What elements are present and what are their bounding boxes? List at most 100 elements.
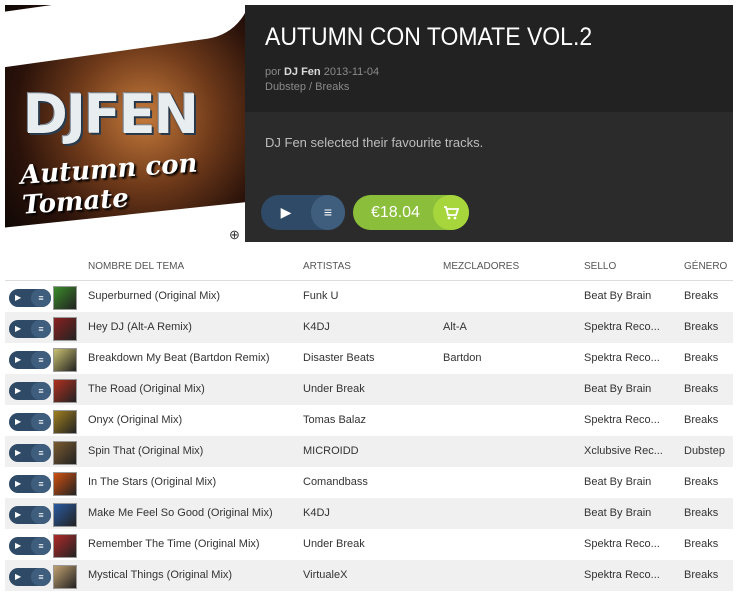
track-label[interactable]: Spektra Reco... — [584, 529, 660, 560]
row-queue-button[interactable]: ≡ — [31, 568, 51, 586]
track-remixer[interactable]: Alt-A — [443, 312, 467, 343]
track-genre[interactable]: Breaks — [684, 312, 718, 343]
track-genre[interactable]: Breaks — [684, 281, 718, 312]
row-play-button[interactable]: ▶ — [15, 568, 21, 586]
track-title[interactable]: Onyx (Original Mix) — [88, 405, 182, 436]
row-queue-button[interactable]: ≡ — [31, 413, 51, 431]
row-play-button[interactable]: ▶ — [15, 382, 21, 400]
table-row[interactable]: ▶ ≡ In The Stars (Original Mix) Comandba… — [5, 467, 733, 498]
table-row[interactable]: ▶ ≡ Hey DJ (Alt-A Remix) K4DJ Alt-A Spek… — [5, 312, 733, 343]
track-label[interactable]: Spektra Reco... — [584, 312, 660, 343]
track-title[interactable]: Mystical Things (Original Mix) — [88, 560, 232, 591]
row-play-controls: ▶ ≡ — [9, 568, 51, 586]
row-play-button[interactable]: ▶ — [15, 444, 21, 462]
table-row[interactable]: ▶ ≡ Onyx (Original Mix) Tomas Balaz Spek… — [5, 405, 733, 436]
table-row[interactable]: ▶ ≡ Spin That (Original Mix) MICROIDD Xc… — [5, 436, 733, 467]
track-genre[interactable]: Breaks — [684, 343, 718, 374]
track-genre[interactable]: Breaks — [684, 529, 718, 560]
track-artist[interactable]: VirtualeX — [303, 560, 347, 591]
track-label[interactable]: Spektra Reco... — [584, 343, 660, 374]
track-artist[interactable]: Tomas Balaz — [303, 405, 366, 436]
track-title[interactable]: Spin That (Original Mix) — [88, 436, 203, 467]
track-genre[interactable]: Breaks — [684, 374, 718, 405]
track-title[interactable]: The Road (Original Mix) — [88, 374, 205, 405]
row-queue-button[interactable]: ≡ — [31, 444, 51, 462]
track-artist[interactable]: Under Break — [303, 374, 365, 405]
track-title[interactable]: Hey DJ (Alt-A Remix) — [88, 312, 192, 343]
track-genre[interactable]: Breaks — [684, 405, 718, 436]
table-row[interactable]: ▶ ≡ Mystical Things (Original Mix) Virtu… — [5, 560, 733, 591]
track-artist[interactable]: Disaster Beats — [303, 343, 375, 374]
header-track-name[interactable]: NOMBRE DEL TEMA — [88, 261, 184, 272]
table-row[interactable]: ▶ ≡ The Road (Original Mix) Under Break … — [5, 374, 733, 405]
play-button[interactable]: ▶ — [261, 195, 311, 230]
track-genre[interactable]: Breaks — [684, 560, 718, 591]
row-queue-button[interactable]: ≡ — [31, 475, 51, 493]
track-artwork[interactable] — [53, 286, 77, 310]
track-title[interactable]: Remember The Time (Original Mix) — [88, 529, 260, 560]
row-queue-button[interactable]: ≡ — [31, 537, 51, 555]
track-genre[interactable]: Breaks — [684, 498, 718, 529]
track-artwork[interactable] — [53, 472, 77, 496]
row-play-button[interactable]: ▶ — [15, 413, 21, 431]
table-row[interactable]: ▶ ≡ Remember The Time (Original Mix) Und… — [5, 529, 733, 560]
row-queue-button[interactable]: ≡ — [31, 351, 51, 369]
track-label[interactable]: Beat By Brain — [584, 467, 651, 498]
track-artwork[interactable] — [53, 503, 77, 527]
track-artwork[interactable] — [53, 441, 77, 465]
track-title[interactable]: Breakdown My Beat (Bartdon Remix) — [88, 343, 270, 374]
row-play-button[interactable]: ▶ — [15, 475, 21, 493]
buy-button[interactable]: €18.04 — [353, 195, 469, 230]
track-genre[interactable]: Breaks — [684, 467, 718, 498]
track-artwork[interactable] — [53, 410, 77, 434]
table-row[interactable]: ▶ ≡ Breakdown My Beat (Bartdon Remix) Di… — [5, 343, 733, 374]
header-remixers[interactable]: MEZCLADORES — [443, 261, 519, 272]
track-title[interactable]: Superburned (Original Mix) — [88, 281, 220, 312]
header-artists[interactable]: ARTISTAS — [303, 261, 351, 272]
track-artist[interactable]: Under Break — [303, 529, 365, 560]
queue-button[interactable]: ≡ — [311, 195, 345, 230]
header-genre[interactable]: GÉNERO — [684, 261, 727, 272]
track-artist[interactable]: K4DJ — [303, 312, 330, 343]
row-play-button[interactable]: ▶ — [15, 506, 21, 524]
track-label[interactable]: Beat By Brain — [584, 374, 651, 405]
row-queue-button[interactable]: ≡ — [31, 320, 51, 338]
track-label[interactable]: Spektra Reco... — [584, 560, 660, 591]
track-artwork[interactable] — [53, 534, 77, 558]
track-artist[interactable]: Comandbass — [303, 467, 368, 498]
track-artwork[interactable] — [53, 348, 77, 372]
row-queue-button[interactable]: ≡ — [31, 289, 51, 307]
row-play-button[interactable]: ▶ — [15, 351, 21, 369]
row-play-button[interactable]: ▶ — [15, 537, 21, 555]
row-play-button[interactable]: ▶ — [15, 289, 21, 307]
track-label[interactable]: Beat By Brain — [584, 498, 651, 529]
track-remixer[interactable]: Bartdon — [443, 343, 482, 374]
row-play-button[interactable]: ▶ — [15, 320, 21, 338]
track-artist[interactable]: MICROIDD — [303, 436, 359, 467]
track-artist[interactable]: Funk U — [303, 281, 338, 312]
track-artist[interactable]: K4DJ — [303, 498, 330, 529]
artist-link[interactable]: DJ Fen — [284, 66, 321, 78]
header-label[interactable]: SELLO — [584, 261, 616, 272]
zoom-icon[interactable]: ⊕ — [229, 228, 243, 242]
track-label[interactable]: Spektra Reco... — [584, 405, 660, 436]
release-meta: por DJ Fen 2013-11-04 — [265, 66, 379, 78]
track-artwork[interactable] — [53, 565, 77, 589]
cart-icon[interactable] — [433, 195, 469, 230]
release-header: DJFEN Autumn con Tomate ⊕ AUTUMN CON TOM… — [0, 0, 737, 242]
row-queue-button[interactable]: ≡ — [31, 382, 51, 400]
track-artwork[interactable] — [53, 379, 77, 403]
table-row[interactable]: ▶ ≡ Make Me Feel So Good (Original Mix) … — [5, 498, 733, 529]
track-label[interactable]: Beat By Brain — [584, 281, 651, 312]
row-play-controls: ▶ ≡ — [9, 382, 51, 400]
track-artwork[interactable] — [53, 317, 77, 341]
track-title[interactable]: In The Stars (Original Mix) — [88, 467, 216, 498]
cover-brush-top — [5, 5, 245, 68]
row-queue-button[interactable]: ≡ — [31, 506, 51, 524]
album-cover[interactable]: DJFEN Autumn con Tomate — [5, 5, 245, 237]
track-label[interactable]: Xclubsive Rec... — [584, 436, 663, 467]
release-genres[interactable]: Dubstep / Breaks — [265, 81, 349, 93]
table-row[interactable]: ▶ ≡ Superburned (Original Mix) Funk U Be… — [5, 281, 733, 312]
track-title[interactable]: Make Me Feel So Good (Original Mix) — [88, 498, 273, 529]
track-genre[interactable]: Dubstep — [684, 436, 725, 467]
